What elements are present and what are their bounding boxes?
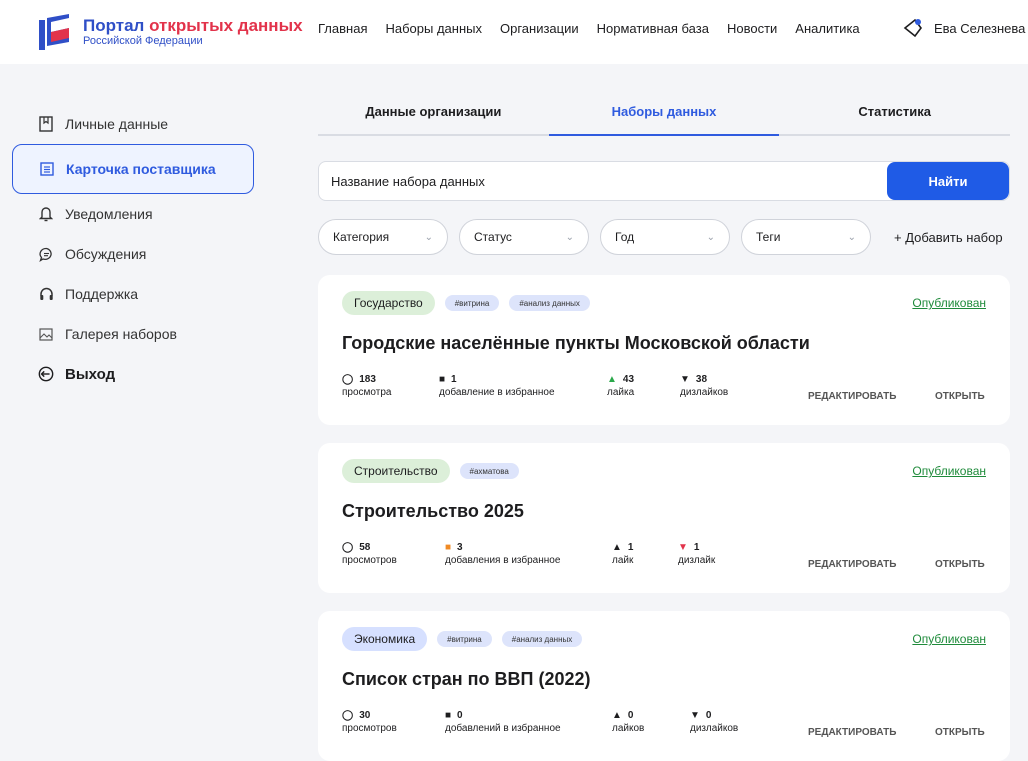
logo-subtitle: Российской Федерации (83, 35, 203, 47)
sidebar-item-notifications[interactable]: Уведомления (12, 194, 254, 234)
sidebar-item-supplier-card[interactable]: Карточка поставщика (12, 144, 254, 194)
filter-tags[interactable]: Теги ⌄ (741, 219, 871, 255)
user-menu[interactable]: Ева Селезнева (902, 17, 1025, 39)
likes-stat: ▲ 1 лайк (612, 542, 634, 566)
thumbs-down-icon: ▼ (678, 542, 688, 553)
sidebar-item-personal-data[interactable]: Личные данные (12, 104, 254, 144)
bookmark-icon: ■ (445, 710, 452, 721)
filter-category[interactable]: Категория ⌄ (318, 219, 448, 255)
thumbs-up-icon: ▲ (612, 710, 622, 721)
dataset-card: Государство #витрина #анализ данных Опуб… (318, 275, 1010, 425)
dislikes-stat: ▼ 1 дизлайк (678, 542, 716, 566)
favs-stat: ■ 1 добавление в избранное (439, 374, 555, 398)
thumbs-up-icon: ▲ (607, 374, 617, 385)
chevron-down-icon: ⌄ (424, 231, 433, 243)
tabs: Данные организации Наборы данных Статист… (318, 92, 1010, 136)
bookmark-icon: ■ (439, 374, 446, 385)
tag-badge[interactable]: #ахматова (459, 463, 519, 479)
user-logo-icon (903, 18, 922, 38)
logout-icon (38, 366, 54, 382)
nav-news[interactable]: Новости (727, 21, 777, 36)
edit-button[interactable]: РЕДАКТИРОВАТЬ (808, 391, 896, 402)
chevron-down-icon: ⌄ (847, 231, 856, 243)
eye-icon: ◯ (342, 542, 354, 553)
eye-icon: ◯ (342, 374, 354, 385)
chevron-down-icon: ⌄ (565, 231, 574, 243)
dataset-title[interactable]: Городские населённые пункты Московской о… (342, 333, 810, 354)
open-button[interactable]: ОТКРЫТЬ (935, 727, 985, 738)
tag-badge[interactable]: #витрина (444, 295, 500, 311)
nav-home[interactable]: Главная (318, 21, 367, 36)
favs-stat: ■ 0 добавлений в избранное (445, 710, 561, 734)
status-link[interactable]: Опубликован (912, 464, 986, 478)
search-button[interactable]: Найти (887, 162, 1009, 200)
filter-status[interactable]: Статус ⌄ (459, 219, 589, 255)
status-link[interactable]: Опубликован (912, 632, 986, 646)
thumbs-down-icon: ▼ (680, 374, 690, 385)
nav-organizations[interactable]: Организации (500, 21, 579, 36)
likes-stat: ▲ 0 лайков (612, 710, 645, 734)
dataset-title[interactable]: Строительство 2025 (342, 501, 524, 522)
nav-datasets[interactable]: Наборы данных (385, 21, 482, 36)
open-button[interactable]: ОТКРЫТЬ (935, 559, 985, 570)
category-badge[interactable]: Государство (342, 291, 435, 315)
sidebar-item-gallery[interactable]: Галерея наборов (12, 314, 254, 354)
chevron-down-icon: ⌄ (706, 231, 715, 243)
eye-icon: ◯ (342, 710, 354, 721)
tag-badge[interactable]: #анализ данных (509, 295, 590, 311)
tab-organization-data[interactable]: Данные организации (318, 92, 549, 134)
status-link[interactable]: Опубликован (912, 296, 986, 310)
dataset-card: Строительство #ахматова Опубликован Стро… (318, 443, 1010, 593)
dataset-card: Экономика #витрина #анализ данных Опубли… (318, 611, 1010, 761)
views-stat: ◯ 30 просмотров (342, 710, 397, 734)
logo-title: Портал открытых данных (83, 16, 303, 35)
nav-analytics[interactable]: Аналитика (795, 21, 859, 36)
sidebar-item-support[interactable]: Поддержка (12, 274, 254, 314)
edit-button[interactable]: РЕДАКТИРОВАТЬ (808, 559, 896, 570)
header: Портал открытых данных Российской Федера… (0, 0, 1028, 64)
thumbs-down-icon: ▼ (690, 710, 700, 721)
edit-button[interactable]: РЕДАКТИРОВАТЬ (808, 727, 896, 738)
add-dataset-button[interactable]: + Добавить набор (894, 230, 1003, 245)
views-stat: ◯ 183 просмотра (342, 374, 392, 398)
nav-regulations[interactable]: Нормативная база (597, 21, 709, 36)
favs-stat: ■ 3 добавления в избранное (445, 542, 561, 566)
bookmark-icon: ■ (445, 542, 452, 553)
logo-mark-icon (37, 12, 73, 52)
open-button[interactable]: ОТКРЫТЬ (935, 391, 985, 402)
likes-stat: ▲ 43 лайка (607, 374, 635, 398)
filters: Категория ⌄ Статус ⌄ Год ⌄ Теги ⌄ + Добавить… (318, 219, 1018, 255)
search-input[interactable] (319, 162, 887, 200)
dislikes-stat: ▼ 0 дизлайков (690, 710, 739, 734)
sidebar: Личные данные Карточка поставщика Уведом… (12, 104, 254, 394)
headset-icon (38, 286, 54, 302)
sidebar-item-logout[interactable]: Выход (12, 354, 254, 394)
user-name: Ева Селезнева (934, 20, 1026, 36)
category-badge[interactable]: Экономика (342, 627, 428, 651)
card-icon (39, 161, 55, 177)
dataset-title[interactable]: Список стран по ВВП (2022) (342, 669, 591, 690)
main-nav: Главная Наборы данных Организации Нормат… (318, 21, 878, 36)
dislikes-stat: ▼ 38 дизлайков (680, 374, 729, 398)
category-badge[interactable]: Строительство (342, 459, 450, 483)
chat-icon (38, 246, 54, 262)
search-bar: Найти (318, 161, 1010, 201)
logo[interactable]: Портал открытых данных Российской Федера… (37, 12, 303, 52)
thumbs-up-icon: ▲ (612, 542, 622, 553)
filter-year[interactable]: Год ⌄ (600, 219, 730, 255)
tag-badge[interactable]: #витрина (437, 631, 492, 647)
gallery-icon (38, 326, 54, 342)
views-stat: ◯ 58 просмотров (342, 542, 397, 566)
tab-statistics[interactable]: Статистика (779, 92, 1010, 134)
sidebar-item-discussions[interactable]: Обсуждения (12, 234, 254, 274)
bookmark-doc-icon (38, 116, 54, 132)
bell-icon (38, 206, 54, 222)
tag-badge[interactable]: #анализ данных (501, 631, 583, 647)
tab-datasets[interactable]: Наборы данных (548, 92, 780, 136)
